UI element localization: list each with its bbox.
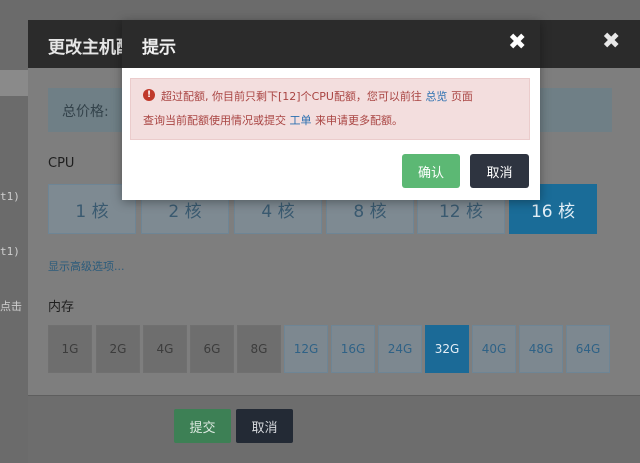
submit-button[interactable]: 提交: [174, 409, 231, 443]
memory-option-2g[interactable]: 2G: [96, 325, 140, 373]
memory-option-16g[interactable]: 16G: [331, 325, 375, 373]
close-icon[interactable]: ✖: [508, 30, 526, 55]
modal-footer: 提交 取消: [28, 395, 640, 463]
alert-text: 超过配额, 你目前只剩下[12]个CPU配额，您可以前往: [161, 90, 422, 103]
quota-alert: ! 超过配额, 你目前只剩下[12]个CPU配额，您可以前往 总览 页面 查询当…: [130, 78, 530, 140]
dialog-header: 提示 ✖: [122, 20, 540, 68]
alert-line-1: 超过配额, 你目前只剩下[12]个CPU配额，您可以前往 总览 页面: [161, 88, 473, 104]
show-advanced-options-link[interactable]: 显示高级选项...: [48, 258, 125, 274]
memory-option-8g[interactable]: 8G: [237, 325, 281, 373]
memory-option-4g[interactable]: 4G: [143, 325, 187, 373]
close-icon[interactable]: ✖: [602, 29, 620, 54]
memory-option-40g[interactable]: 40G: [472, 325, 516, 373]
background-code-snippet: t1): [0, 245, 20, 258]
background-row: [0, 70, 28, 96]
dialog-cancel-button[interactable]: 取消: [470, 154, 529, 188]
exclamation-circle-icon: !: [143, 89, 155, 101]
quota-warning-dialog: 提示 ✖ ! 超过配额, 你目前只剩下[12]个CPU配额，您可以前往 总览 页…: [122, 20, 540, 200]
alert-text: 来申请更多配额。: [315, 114, 403, 127]
cancel-button[interactable]: 取消: [236, 409, 293, 443]
memory-option-6g[interactable]: 6G: [190, 325, 234, 373]
memory-option-24g[interactable]: 24G: [378, 325, 422, 373]
memory-label: 内存: [48, 300, 75, 315]
alert-line-2: 查询当前配额使用情况或提交 工单 来申请更多配额。: [143, 112, 403, 128]
memory-option-1g[interactable]: 1G: [48, 325, 92, 373]
background-code-snippet: 点击: [0, 300, 22, 313]
memory-option-64g[interactable]: 64G: [566, 325, 610, 373]
background-code-snippet: t1): [0, 190, 20, 203]
memory-option-48g[interactable]: 48G: [519, 325, 563, 373]
cpu-label: CPU: [48, 156, 75, 171]
ticket-link[interactable]: 工单: [290, 114, 312, 127]
total-price-label: 总价格:: [62, 104, 109, 120]
memory-option-12g[interactable]: 12G: [284, 325, 328, 373]
alert-text: 查询当前配额使用情况或提交: [143, 114, 286, 127]
overview-link[interactable]: 总览: [425, 90, 447, 103]
dialog-title: 提示: [142, 38, 176, 58]
alert-text: 页面: [450, 90, 473, 103]
confirm-button[interactable]: 确认: [402, 154, 460, 188]
memory-option-32g-selected[interactable]: 32G: [425, 325, 469, 373]
